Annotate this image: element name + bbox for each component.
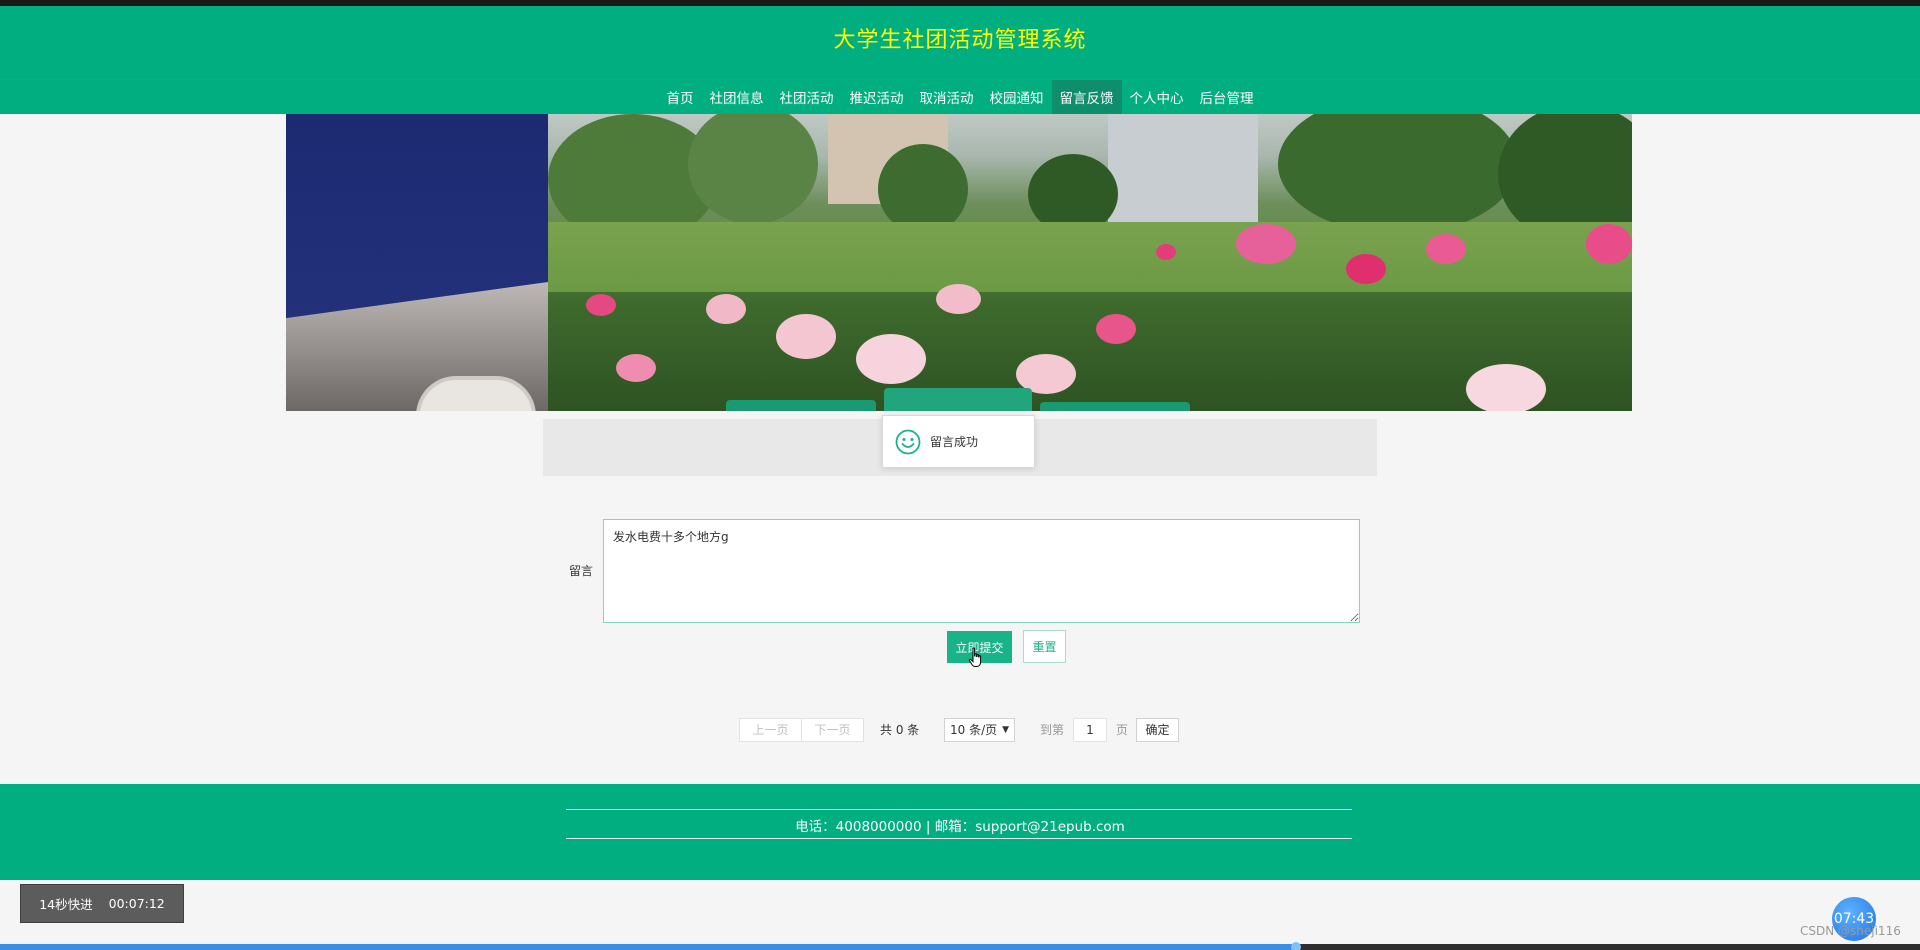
hand-cursor-icon xyxy=(968,647,982,667)
nav-item-home[interactable]: 首页 xyxy=(659,80,702,114)
page-size-select[interactable]: 10 条/页 ▼ xyxy=(944,718,1015,742)
watermark: CSDN @shejì116 xyxy=(1800,924,1901,938)
nav-item-club-info[interactable]: 社团信息 xyxy=(702,80,772,114)
page-unit-label: 页 xyxy=(1116,723,1129,737)
site-title: 大学生社团活动管理系统 xyxy=(833,28,1087,53)
footer-divider xyxy=(566,809,1352,810)
banner-tab[interactable] xyxy=(1040,402,1190,411)
banner-slide-previous xyxy=(286,114,548,411)
nav-item-feedback[interactable]: 留言反馈 xyxy=(1051,80,1122,114)
main-nav: 首页 社团信息 社团活动 推迟活动 取消活动 校园通知 留言反馈 个人中心 后台… xyxy=(0,79,1920,114)
success-toast: 留言成功 xyxy=(882,415,1035,468)
smile-icon xyxy=(895,429,921,454)
banner-carousel[interactable] xyxy=(286,114,1632,411)
footer-divider xyxy=(566,838,1352,839)
toast-message: 留言成功 xyxy=(930,435,979,449)
nav-item-club-activities[interactable]: 社团活动 xyxy=(772,80,842,114)
next-page-button[interactable]: 下一页 xyxy=(801,718,864,742)
nav-item-campus-notices[interactable]: 校园通知 xyxy=(982,80,1052,114)
nav-item-postponed-activities[interactable]: 推迟活动 xyxy=(842,80,912,114)
prev-page-button[interactable]: 上一页 xyxy=(739,718,802,742)
dropdown-arrow-icon: ▼ xyxy=(1002,725,1009,735)
message-label: 留言 xyxy=(569,564,594,578)
message-textarea[interactable] xyxy=(603,519,1360,623)
fast-forward-badge[interactable]: 14秒快进 00:07:12 xyxy=(20,884,184,923)
site-footer: 电话：4008000000 | 邮箱：support@21epub.com xyxy=(0,784,1920,880)
banner-tab-active[interactable] xyxy=(884,388,1032,411)
elapsed-time: 00:07:12 xyxy=(108,896,165,911)
nav-item-admin[interactable]: 后台管理 xyxy=(1192,80,1262,114)
progress-handle[interactable] xyxy=(1291,942,1301,950)
goto-label: 到第 xyxy=(1040,723,1065,737)
banner-tab[interactable] xyxy=(726,400,876,411)
fast-forward-label: 14秒快进 xyxy=(39,897,93,912)
nav-item-personal-center[interactable]: 个人中心 xyxy=(1122,80,1192,114)
total-count: 共 0 条 xyxy=(880,723,920,737)
footer-contact: 电话：4008000000 | 邮箱：support@21epub.com xyxy=(795,819,1125,835)
nav-item-cancelled-activities[interactable]: 取消活动 xyxy=(912,80,982,114)
progress-fill xyxy=(0,944,1296,950)
site-header: 大学生社团活动管理系统 xyxy=(0,6,1920,79)
goto-confirm-button[interactable]: 确定 xyxy=(1136,718,1179,742)
video-progress-bar[interactable] xyxy=(0,942,1920,950)
goto-page-input[interactable]: 1 xyxy=(1073,718,1107,742)
reset-button[interactable]: 重置 xyxy=(1023,630,1066,663)
